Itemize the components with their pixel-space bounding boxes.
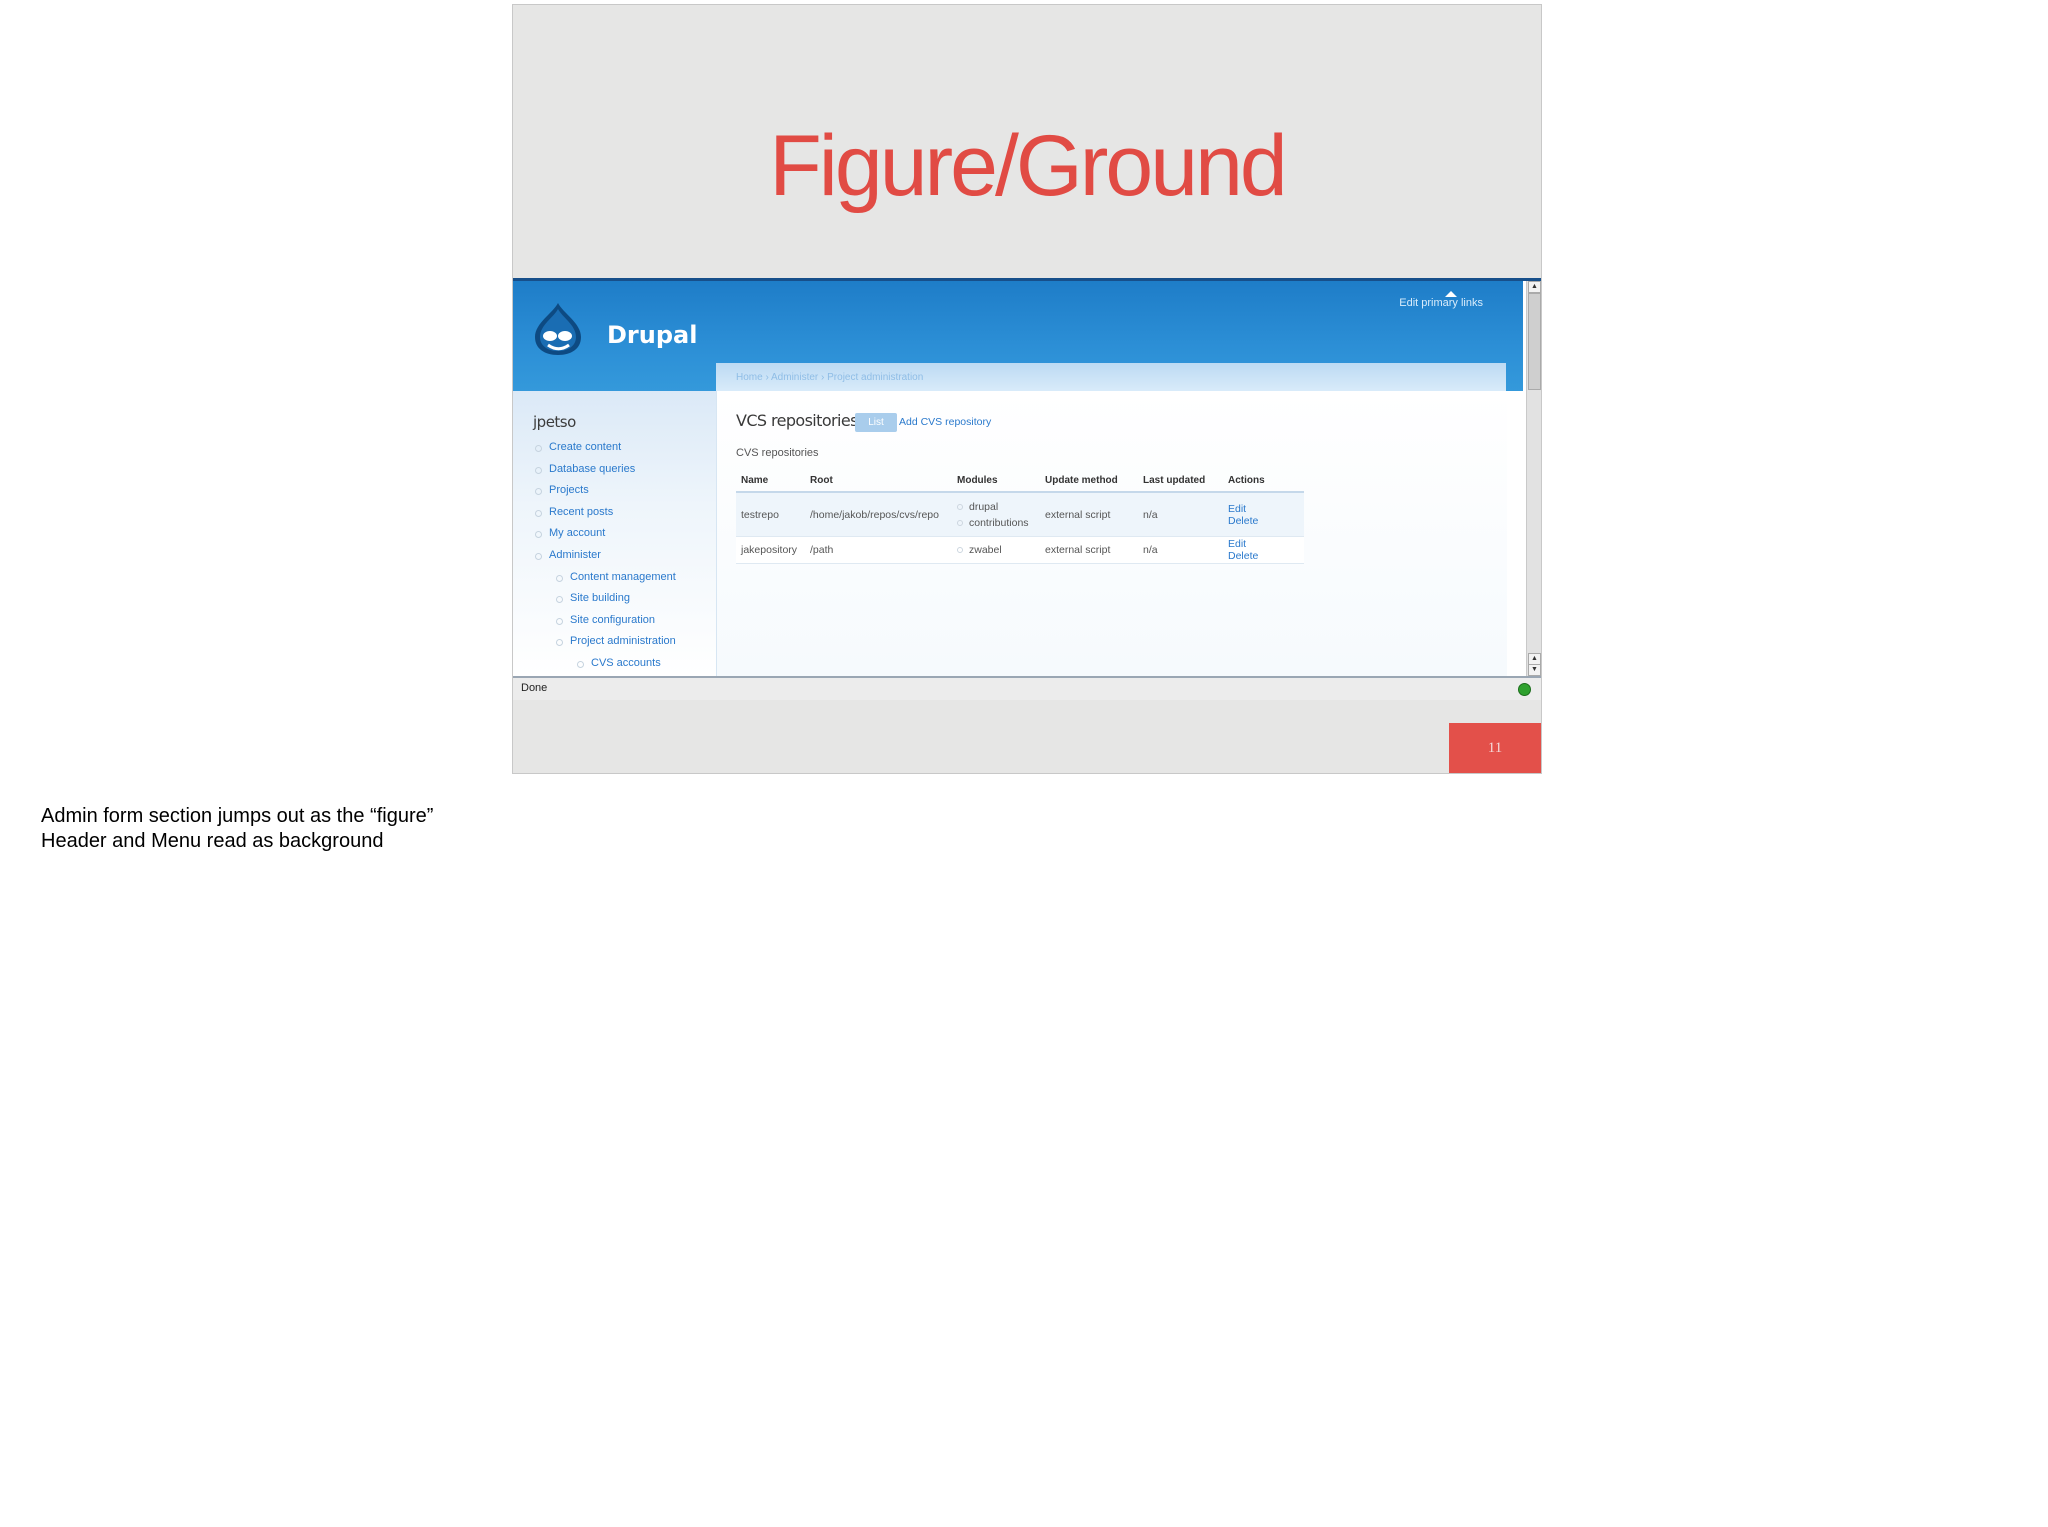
table-header-row: Name Root Modules Update method Last upd… bbox=[736, 469, 1304, 493]
scroll-up-arrow-icon[interactable]: ▲ bbox=[1528, 281, 1541, 293]
column-header-modules[interactable]: Modules bbox=[952, 469, 1040, 493]
sidebar-item-projects[interactable]: Projects bbox=[535, 480, 676, 502]
delete-link[interactable]: Delete bbox=[1228, 515, 1258, 527]
column-header-actions: Actions bbox=[1223, 469, 1304, 493]
section-title: CVS repositories bbox=[736, 447, 819, 459]
table-row: testrepo /home/jakob/repos/cvs/repo drup… bbox=[736, 492, 1304, 537]
cell-name: testrepo bbox=[736, 492, 805, 537]
cell-name: jakepository bbox=[736, 536, 805, 564]
delete-link[interactable]: Delete bbox=[1228, 550, 1258, 562]
content-area: VCS repositories List Add CVS repository… bbox=[716, 391, 1507, 676]
scrollbar-thumb[interactable] bbox=[1528, 293, 1541, 390]
edit-primary-links-link[interactable]: Edit primary links bbox=[1399, 291, 1483, 309]
cell-actions: Edit Delete bbox=[1223, 536, 1304, 564]
module-item: contributions bbox=[957, 515, 1040, 531]
vertical-scrollbar[interactable]: ▲ ▲ ▼ bbox=[1526, 281, 1541, 676]
cell-last-updated: n/a bbox=[1138, 536, 1223, 564]
sidebar-item-database-queries[interactable]: Database queries bbox=[535, 459, 676, 481]
sidebar-item-create-content[interactable]: Create content bbox=[535, 437, 676, 459]
slide: Figure/Ground Drupal Edit primary links … bbox=[512, 4, 1542, 774]
column-header-last-updated[interactable]: Last updated bbox=[1138, 469, 1223, 493]
browser-screenshot: Drupal Edit primary links Home › Adminis… bbox=[513, 278, 1541, 700]
sidebar-item-administer[interactable]: Administer bbox=[535, 545, 676, 567]
edit-link[interactable]: Edit bbox=[1228, 538, 1246, 550]
drupal-logo-icon[interactable] bbox=[531, 301, 585, 357]
slide-title: Figure/Ground bbox=[769, 118, 1288, 214]
cell-last-updated: n/a bbox=[1138, 492, 1223, 537]
sidebar-item-content-management[interactable]: Content management bbox=[556, 567, 676, 589]
status-text: Done bbox=[521, 682, 548, 694]
sidebar-item-cvs-accounts[interactable]: CVS accounts bbox=[577, 653, 676, 675]
page-number-badge: 11 bbox=[1449, 723, 1541, 773]
module-item: drupal bbox=[957, 499, 1040, 515]
sidebar-username: jpetso bbox=[533, 413, 576, 431]
cell-actions: Edit Delete bbox=[1223, 492, 1304, 537]
drupal-site-name[interactable]: Drupal bbox=[607, 321, 697, 349]
cell-update-method: external script bbox=[1040, 536, 1138, 564]
column-header-name[interactable]: Name bbox=[736, 469, 805, 493]
scroll-down-arrow-icon[interactable]: ▼ bbox=[1528, 664, 1541, 676]
sidebar-item-project-administration[interactable]: Project administration bbox=[556, 631, 676, 653]
sidebar-item-my-account[interactable]: My account bbox=[535, 523, 676, 545]
notes-line: Header and Menu read as background bbox=[41, 830, 384, 852]
browser-status-bar: Done bbox=[513, 676, 1541, 700]
cell-update-method: external script bbox=[1040, 492, 1138, 537]
sidebar: jpetso Create content Database queries P… bbox=[513, 391, 716, 676]
sidebar-menu: Create content Database queries Projects… bbox=[535, 437, 676, 675]
column-header-update-method[interactable]: Update method bbox=[1040, 469, 1138, 493]
sidebar-item-site-building[interactable]: Site building bbox=[556, 588, 676, 610]
notes-line: Admin form section jumps out as the “fig… bbox=[41, 805, 434, 827]
tab-add-cvs-repository[interactable]: Add CVS repository bbox=[899, 416, 991, 428]
breadcrumb-bar: Home › Administer › Project administrati… bbox=[716, 363, 1506, 391]
breadcrumb[interactable]: Home › Administer › Project administrati… bbox=[736, 372, 923, 383]
cell-root: /path bbox=[805, 536, 952, 564]
sidebar-item-site-configuration[interactable]: Site configuration bbox=[556, 610, 676, 632]
speaker-notes: Admin form section jumps out as the “fig… bbox=[41, 804, 433, 854]
module-item: zwabel bbox=[957, 542, 1040, 558]
secure-status-icon bbox=[1518, 683, 1531, 696]
tab-list[interactable]: List bbox=[855, 413, 897, 432]
cell-root: /home/jakob/repos/cvs/repo bbox=[805, 492, 952, 537]
page-title: VCS repositories bbox=[736, 411, 858, 430]
sidebar-item-recent-posts[interactable]: Recent posts bbox=[535, 502, 676, 524]
cell-modules: drupal contributions bbox=[952, 492, 1040, 537]
table-row: jakepository /path zwabel external scrip… bbox=[736, 536, 1304, 564]
edit-link[interactable]: Edit bbox=[1228, 503, 1246, 515]
column-header-root[interactable]: Root bbox=[805, 469, 952, 493]
repositories-table: Name Root Modules Update method Last upd… bbox=[736, 469, 1304, 564]
cell-modules: zwabel bbox=[952, 536, 1040, 564]
